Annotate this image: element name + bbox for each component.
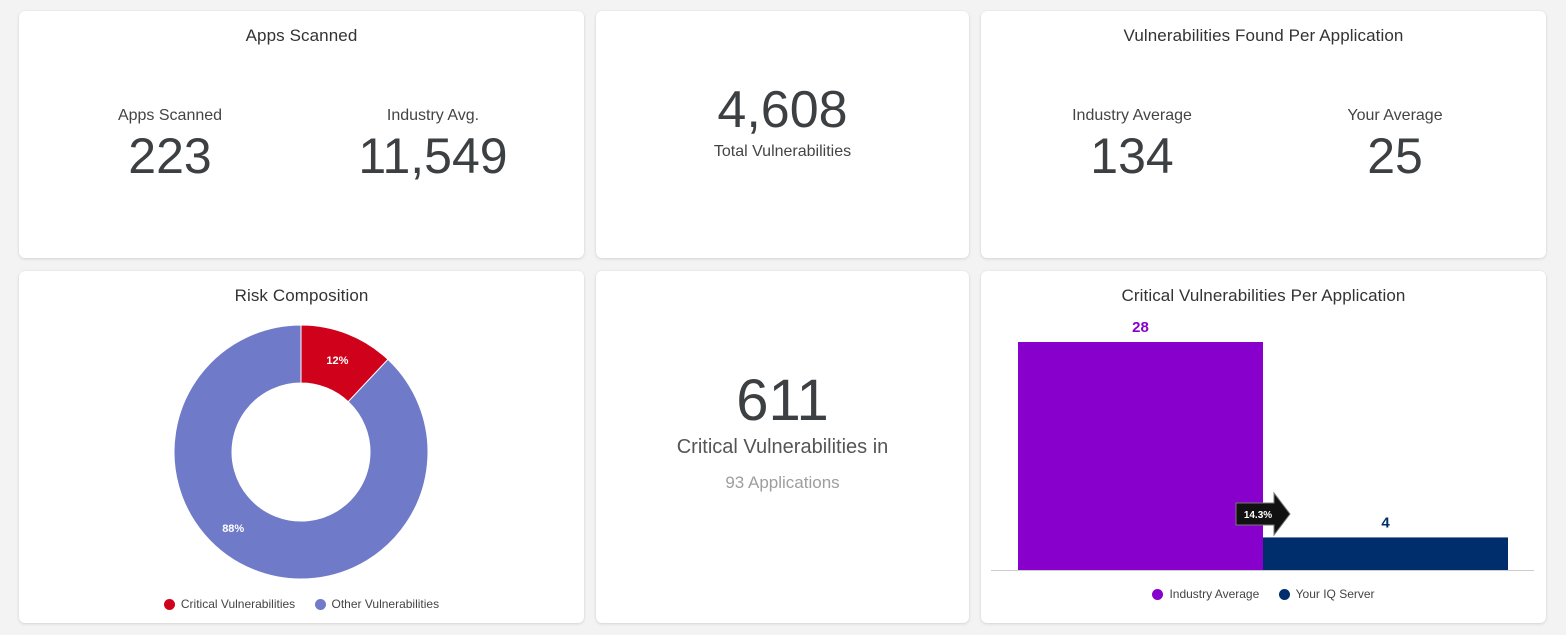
legend-item-industry-average[interactable]: Industry Average [1152,587,1259,601]
total-vulnerabilities-value: 4,608 [717,81,848,139]
bar-your-iq-server[interactable] [1263,537,1508,570]
card-title: Vulnerabilities Found Per Application [1123,26,1404,45]
stat-label: Industry Avg. [386,107,480,124]
apps-scanned-stat: Apps Scanned 223 [50,107,290,185]
donut-slice-other[interactable] [173,324,429,580]
critical-count-label: Critical Vulnerabilities in [676,436,889,458]
donut-slice-label: 12% [326,355,348,367]
bar-industry-average[interactable] [1018,342,1263,570]
critical-per-app-chart: 28 4 14.3% [991,319,1534,571]
stat-label: Industry Average [1072,107,1192,124]
your-average-stat: Your Average 25 [1275,107,1515,185]
industry-avg-stat: Industry Avg. 11,549 [313,107,553,185]
stat-value: 223 [128,128,212,184]
donut-slice-label: 88% [222,523,244,535]
legend-label: Critical Vulnerabilities [180,597,296,611]
legend-item-your-iq-server[interactable]: Your IQ Server [1278,587,1375,601]
total-vulnerabilities-card: 4,608 Total Vulnerabilities [596,11,969,258]
legend-label: Your IQ Server [1295,587,1375,601]
legend-label: Industry Average [1169,587,1260,601]
industry-average-stat: Industry Average 134 [1012,107,1252,185]
apps-scanned-card: Apps Scanned Apps Scanned 223 Industry A… [19,11,584,258]
card-title: Apps Scanned [245,26,358,45]
comparison-badge-label: 14.3% [1244,510,1272,521]
stat-value: 11,549 [358,128,508,184]
critical-legend-dot [163,598,175,610]
vulns-per-app-card: Vulnerabilities Found Per Application In… [981,11,1546,258]
bar-value-label: 28 [1132,319,1149,336]
critical-per-app-card: Critical Vulnerabilities Per Application… [981,271,1546,623]
critical-per-app-legend: Industry Average Your IQ Server [981,587,1546,603]
risk-composition-card: Risk Composition 12% 88% Critical Vulnera… [19,271,584,623]
stat-label: Your Average [1347,107,1443,124]
your-iq-server-legend-dot [1278,588,1290,600]
bar-value-label: 4 [1381,514,1390,531]
legend-item-other[interactable]: Other Vulnerabilities [314,597,440,611]
total-vulnerabilities-label: Total Vulnerabilities [713,143,852,160]
critical-summary-card: 611 Critical Vulnerabilities in 93 Appli… [596,271,969,623]
stat-label: Apps Scanned [117,107,223,124]
applications-count-label: 93 Applications [725,473,840,492]
critical-count-value: 611 [736,368,829,433]
stat-value: 134 [1090,128,1174,184]
stat-value: 25 [1367,128,1423,184]
legend-item-critical[interactable]: Critical Vulnerabilities [163,597,296,611]
risk-composition-chart: 12% 88% [173,324,429,580]
legend-label: Other Vulnerabilities [331,597,440,611]
industry-average-legend-dot [1152,588,1164,600]
other-legend-dot [314,598,326,610]
risk-composition-legend: Critical Vulnerabilities Other Vulnerabi… [19,597,584,613]
